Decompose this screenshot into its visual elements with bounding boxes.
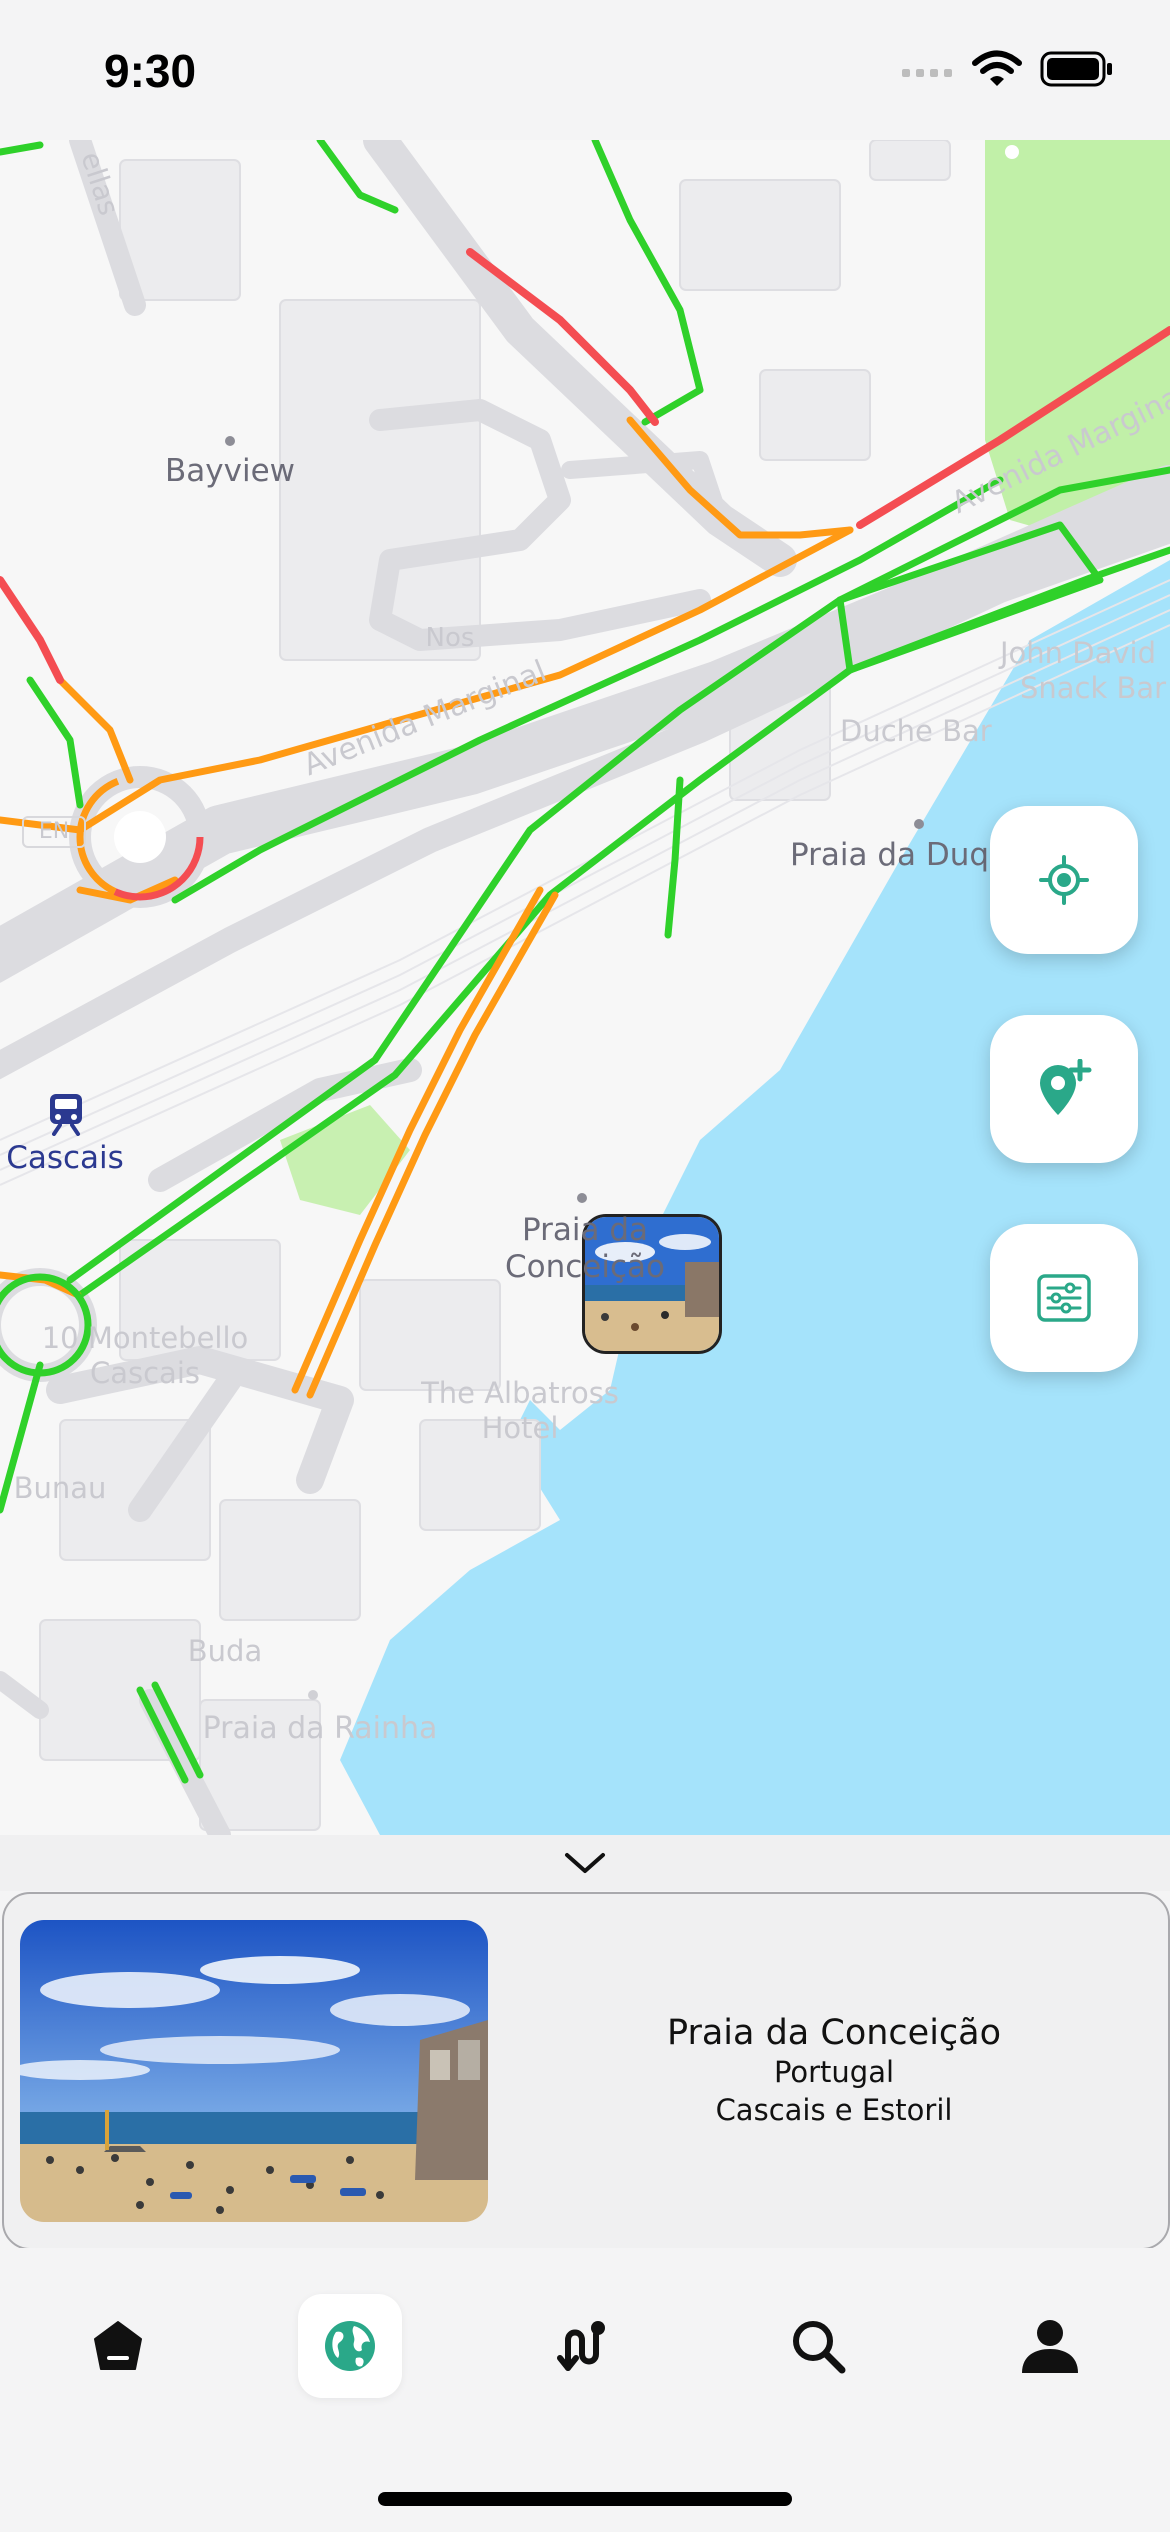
place-name: Praia da Conceição (666, 2013, 1002, 2053)
add-location-pin-icon (1040, 1059, 1092, 1115)
status-time: 9:30 (104, 45, 197, 97)
tab-profile[interactable] (998, 2294, 1102, 2398)
beach-photo (20, 1920, 488, 2222)
map-label-bayview[interactable]: Bayview (150, 453, 310, 490)
chevron-down-icon (565, 1853, 605, 1873)
filter-sliders-icon (1037, 1274, 1091, 1322)
wifi-icon (972, 50, 1022, 86)
poi-dot (577, 1193, 587, 1203)
poi-dot (308, 1690, 318, 1700)
home-pentagon-icon (94, 2321, 142, 2370)
map-label-praia-conceicao-line1: Praia da (521, 1212, 649, 1248)
locate-me-button[interactable] (990, 806, 1138, 954)
route-icon (557, 2321, 605, 2371)
map-label-nos: Nos (425, 623, 475, 653)
map-label-albatross-hotel: Hotel (481, 1411, 559, 1445)
roundabout-center (114, 811, 166, 863)
place-info: Praia da Conceição Portugal Cascais e Es… (564, 1894, 1104, 2248)
map-dot (1005, 145, 1019, 159)
tab-home[interactable] (66, 2294, 170, 2398)
search-icon (793, 2321, 846, 2374)
globe-icon (325, 2321, 375, 2371)
building-block (759, 369, 871, 461)
map-label-snack-bar: Snack Bar (1020, 671, 1167, 705)
place-photo[interactable] (20, 1920, 488, 2222)
sheet-collapse-handle[interactable] (0, 1835, 1170, 1891)
road-shield-en: EN (22, 816, 86, 848)
map-base-layer (0, 140, 1170, 1835)
map-label-praia-conceicao[interactable]: Praia da Conceição (480, 1212, 690, 1286)
map-view[interactable]: Bayview Praia da Duque Avenida Marginal … (0, 140, 1170, 1835)
map-label-john-david: John David (1000, 636, 1157, 670)
map-label-bunau: Bunau (13, 1471, 107, 1505)
building-block (219, 1499, 361, 1621)
map-label-praia-conceicao-line2: Conceição (505, 1249, 665, 1285)
battery-icon (1040, 51, 1112, 87)
tab-routes[interactable] (532, 2294, 636, 2398)
poi-dot (225, 436, 235, 446)
building-block (359, 1279, 501, 1391)
poi-dot (914, 819, 924, 829)
map-label-duche-bar: Duche Bar (840, 714, 992, 748)
add-place-button[interactable] (990, 1015, 1138, 1163)
profile-icon (1022, 2320, 1078, 2373)
status-bar: 9:30 (0, 0, 1170, 140)
place-region: Cascais e Estoril (715, 2093, 953, 2127)
map-label-montebello-cascais: Cascais (89, 1356, 200, 1390)
tab-globe[interactable] (298, 2294, 402, 2398)
building-block (869, 140, 951, 181)
building-block (119, 159, 241, 301)
train-station-icon[interactable] (46, 1092, 86, 1136)
place-card[interactable]: Praia da Conceição Portugal Cascais e Es… (2, 1892, 1170, 2250)
building-block (679, 179, 841, 291)
map-filters-button[interactable] (990, 1224, 1138, 1372)
map-label-albatross: The Albatross (421, 1376, 619, 1410)
map-label-montebello: 10 Montebello (41, 1321, 249, 1355)
map-label-cascais-station[interactable]: Cascais (0, 1140, 130, 1177)
map-label-praia-rainha: Praia da Rainha (202, 1711, 438, 1746)
locate-crosshair-icon (1039, 855, 1089, 905)
place-country: Portugal (773, 2055, 895, 2089)
status-icons (902, 50, 1114, 88)
cellular-signal-icon (902, 69, 952, 77)
map-label-praia-duque[interactable]: Praia da Duque (790, 837, 1028, 874)
tab-bar (0, 2248, 1170, 2532)
home-indicator[interactable] (378, 2492, 792, 2506)
map-label-buda: Buda (187, 1634, 263, 1668)
tab-search[interactable] (766, 2294, 870, 2398)
